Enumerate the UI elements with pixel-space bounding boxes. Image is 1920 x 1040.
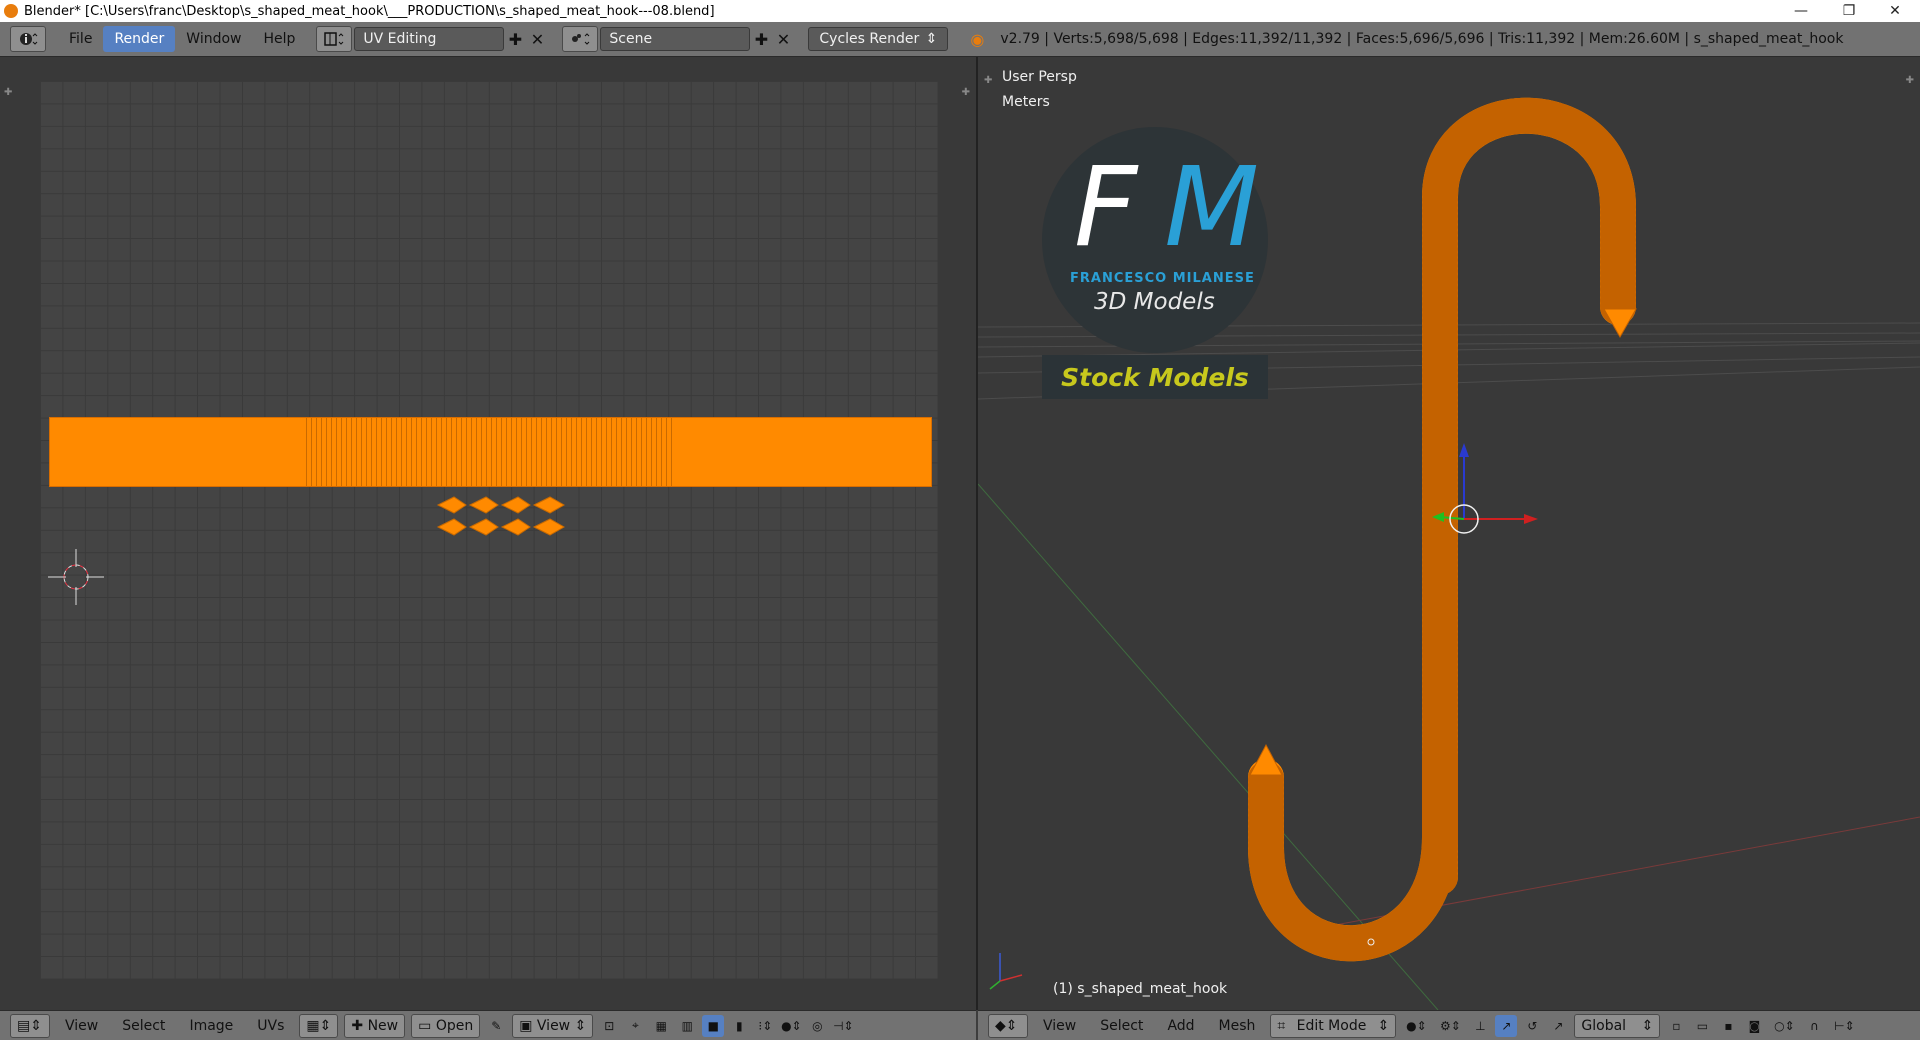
select-face-icon[interactable]: ■ [702, 1014, 725, 1037]
remove-scene-icon[interactable]: ✕ [772, 28, 794, 50]
uv-island-strip[interactable] [49, 417, 932, 487]
panel-expand-right-icon[interactable]: ✚ [962, 87, 970, 98]
watermark-initials: F M [1074, 143, 1259, 271]
remove-layout-icon[interactable]: ✕ [526, 28, 548, 50]
screen-layout-icon[interactable] [316, 26, 353, 52]
new-image-button[interactable]: ✚ New [344, 1013, 406, 1038]
3d-viewport[interactable]: ✚ ✚ User Persp Meters F M FRANCESCO MILA… [978, 57, 1920, 1010]
chevron-updown-icon: ⇕ [925, 31, 938, 47]
vp-menu-view[interactable]: View [1031, 1018, 1088, 1034]
mode-select[interactable]: ⌗ Edit Mode ⇕ [1270, 1013, 1397, 1038]
plus-icon: ✚ [351, 1017, 368, 1034]
blender-logo-icon [4, 4, 18, 18]
editor-type-image-icon[interactable]: ▤⇕ [10, 1013, 50, 1038]
select-edge-icon[interactable]: ▥ [676, 1015, 698, 1037]
face-select-icon[interactable]: ▪ [1717, 1015, 1739, 1037]
close-button[interactable]: ✕ [1872, 0, 1918, 22]
menu-help[interactable]: Help [252, 26, 306, 52]
panel-expand-left-icon[interactable]: ✚ [4, 87, 12, 98]
view-name-label: User Persp [1002, 69, 1077, 85]
window-titlebar: Blender* [C:\Users\franc\Desktop\s_shape… [0, 0, 1920, 22]
chevron-updown-icon: ⇕ [1641, 1017, 1654, 1034]
rotate-icon[interactable]: ↺ [1521, 1015, 1543, 1037]
render-engine-select[interactable]: Cycles Render ⇕ [808, 27, 949, 51]
uv-select-mode-icon[interactable]: ⌖ [624, 1015, 646, 1037]
select-island-icon[interactable]: ▮ [728, 1015, 750, 1037]
vertex-select-icon[interactable]: ▫ [1665, 1015, 1687, 1037]
add-scene-icon[interactable]: ✚ [750, 28, 772, 50]
pivot-icon[interactable]: ●⇕ [780, 1015, 802, 1037]
uv-menu-select[interactable]: Select [110, 1018, 177, 1034]
stock-models-banner: Stock Models [1042, 355, 1268, 399]
uv-cap-islands[interactable] [436, 493, 568, 543]
uv-image-editor[interactable]: ✚ ✚ [0, 57, 978, 1010]
watermark-subtitle: 3D Models [1094, 289, 1215, 315]
proportional-edit-icon[interactable]: ◎ [806, 1015, 828, 1037]
menu-window[interactable]: Window [175, 26, 252, 52]
screen-layout-field[interactable]: UV Editing [354, 27, 505, 51]
watermark-name: FRANCESCO MILANESE [1070, 271, 1255, 286]
3d-view-header: ◆⇕ View Select Add Mesh ⌗ Edit Mode ⇕ ●⇕ ⚙… [978, 1010, 1920, 1040]
2d-cursor-icon[interactable] [48, 549, 104, 605]
snap-magnet-icon[interactable]: ∩ [1803, 1015, 1825, 1037]
scene-icon[interactable] [562, 26, 599, 52]
active-object-label: (1) s_shaped_meat_hook [1053, 981, 1228, 997]
minimize-button[interactable]: — [1778, 0, 1824, 22]
scene-stats: v2.79 | Verts:5,698/5,698 | Edges:11,392… [1000, 31, 1844, 47]
units-label: Meters [1002, 94, 1050, 110]
snap-element-icon[interactable]: ⊢⇕ [1829, 1015, 1859, 1037]
blender-status-icon: ◉ [970, 29, 985, 49]
editor-type-3d-icon[interactable]: ◆⇕ [988, 1013, 1028, 1038]
vp-menu-mesh[interactable]: Mesh [1207, 1018, 1268, 1034]
scale-icon[interactable]: ↗ [1547, 1015, 1569, 1037]
uv-sync-icon[interactable]: ⊡ [598, 1015, 620, 1037]
new-image-label: New [367, 1017, 399, 1034]
uv-menu-view[interactable]: View [53, 1018, 110, 1034]
sticky-select-icon[interactable]: ⁝⇕ [754, 1015, 776, 1037]
menu-file[interactable]: File [58, 26, 103, 52]
view-mode-icon: ▣ [519, 1017, 537, 1034]
vp-menu-select[interactable]: Select [1088, 1018, 1155, 1034]
snap-icon[interactable]: ⊣⇕ [832, 1015, 854, 1037]
uv-editor-header: ▤⇕ View Select Image UVs ▦⇕ ✚ New ▭ Open… [0, 1010, 976, 1040]
open-image-button[interactable]: ▭ Open [411, 1013, 481, 1038]
proportional-edit-icon[interactable]: ○⇕ [1769, 1015, 1799, 1037]
pivot-point-icon[interactable]: ⚙⇕ [1435, 1015, 1465, 1037]
chevron-updown-icon: ⇕ [1377, 1017, 1390, 1034]
watermark-initial-m: M [1164, 143, 1259, 271]
edit-mode-icon: ⌗ [1277, 1017, 1286, 1034]
open-image-label: Open [435, 1017, 474, 1034]
uv-menu-uvs[interactable]: UVs [245, 1018, 296, 1034]
render-engine-label: Cycles Render [819, 31, 920, 47]
vp-menu-add[interactable]: Add [1155, 1018, 1206, 1034]
viewport-shading-icon[interactable]: ●⇕ [1401, 1015, 1431, 1037]
maximize-button[interactable]: ❐ [1826, 0, 1872, 22]
info-header: File Render Window Help UV Editing ✚ ✕ S… [0, 22, 1920, 57]
image-browse-icon[interactable]: ▦⇕ [299, 1013, 339, 1038]
edge-select-icon[interactable]: ▭ [1691, 1015, 1713, 1037]
uv-menu-image[interactable]: Image [177, 1018, 245, 1034]
translate-icon[interactable]: ↗ [1495, 1014, 1518, 1037]
uv-view-select[interactable]: ▣ View ⇕ [512, 1013, 594, 1038]
window-title: Blender* [C:\Users\franc\Desktop\s_shape… [24, 3, 715, 19]
uv-view-label: View [536, 1017, 571, 1034]
add-layout-icon[interactable]: ✚ [504, 28, 526, 50]
transform-orientation-select[interactable]: Global ⇕ [1574, 1013, 1661, 1038]
manipulator-icon[interactable]: ⊥ [1469, 1015, 1491, 1037]
scene-field[interactable]: Scene [600, 27, 751, 51]
mode-label: Edit Mode [1296, 1017, 1367, 1034]
orientation-label: Global [1581, 1017, 1627, 1034]
select-vertex-icon[interactable]: ▦ [650, 1015, 672, 1037]
occlude-geometry-icon[interactable]: ◙ [1743, 1015, 1765, 1037]
pin-icon[interactable]: ✎ [485, 1015, 507, 1037]
editor-type-info-icon[interactable] [10, 26, 46, 52]
folder-icon: ▭ [418, 1017, 436, 1034]
menu-render[interactable]: Render [103, 26, 176, 52]
uv-dense-region [306, 418, 674, 486]
